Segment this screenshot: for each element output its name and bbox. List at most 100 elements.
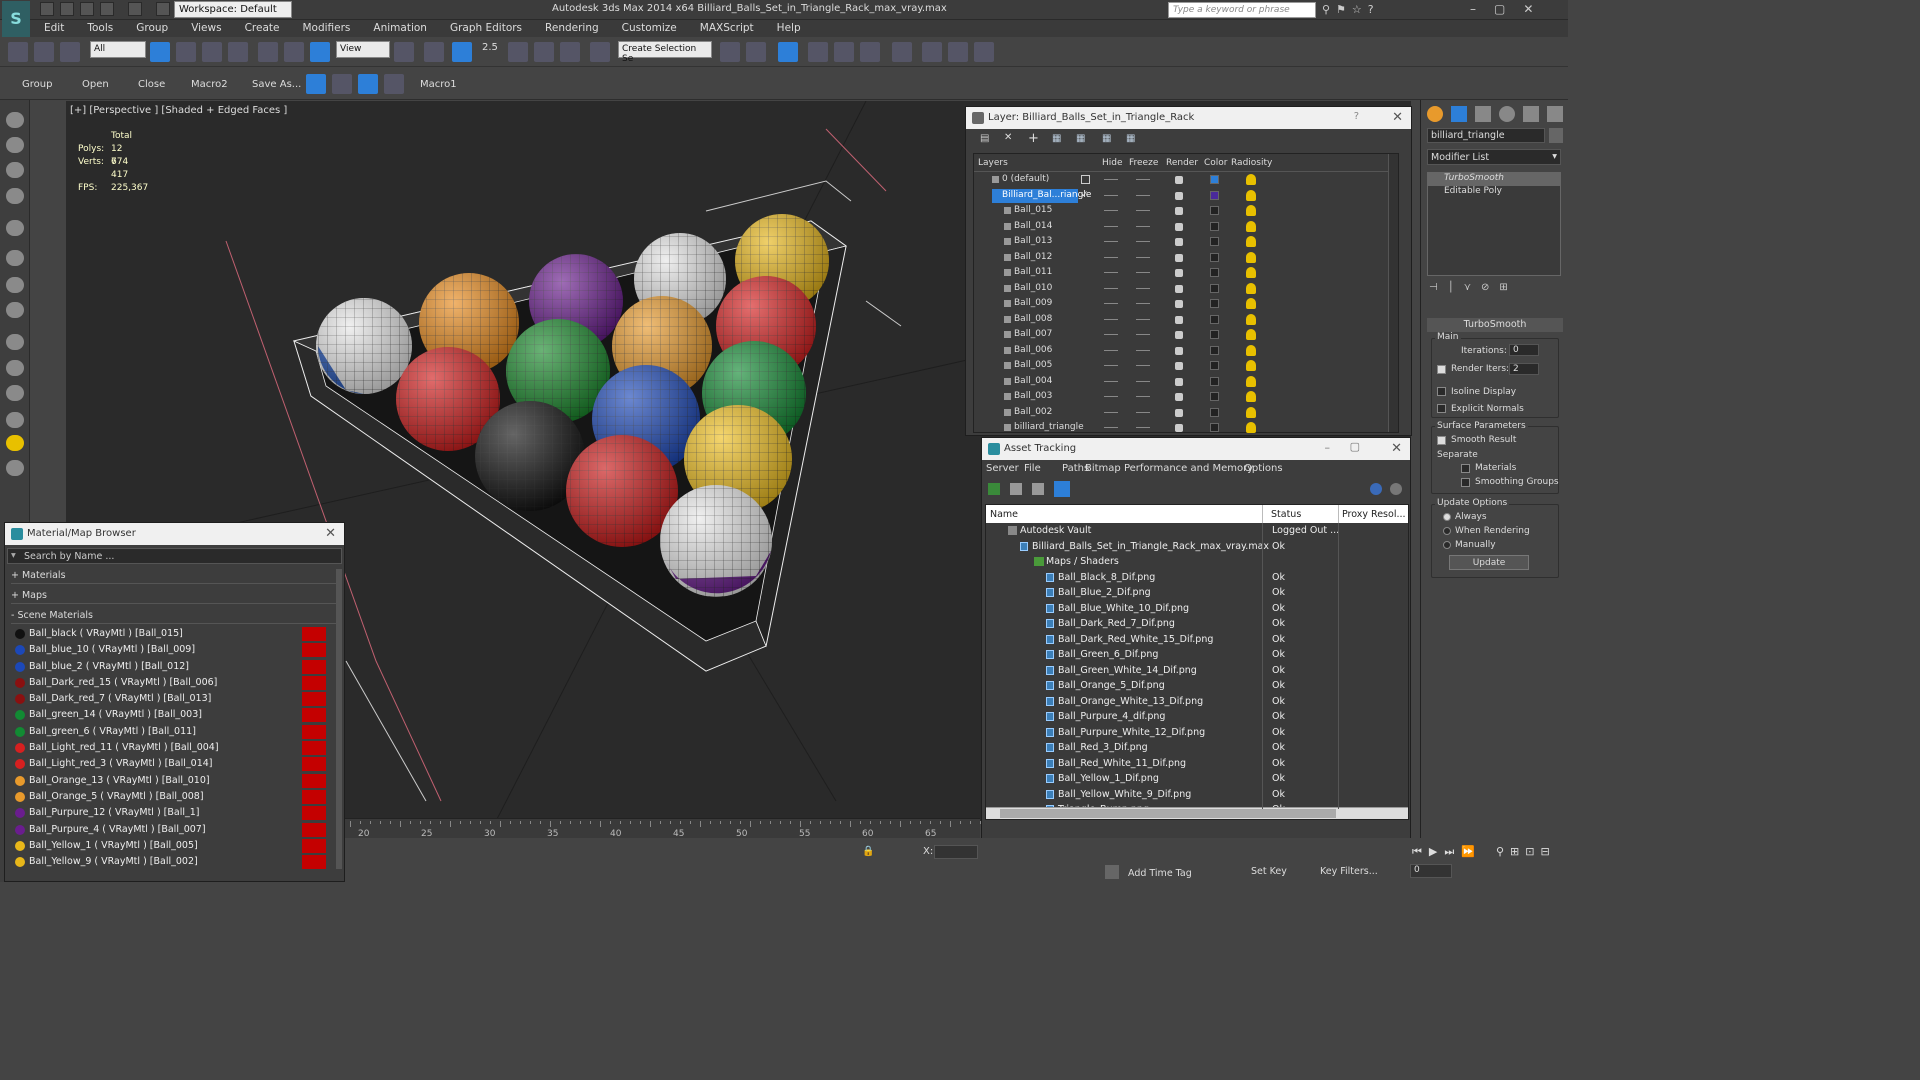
select-link-icon[interactable]: [8, 42, 28, 62]
reference-coord-dropdown[interactable]: View: [336, 41, 390, 58]
layer-row-active[interactable]: Billiard_Bal...riangle ✓: [974, 187, 1398, 203]
asset-map-row[interactable]: Ball_Blue_2_Dif.png Ok: [986, 585, 1408, 601]
selection-filter-dropdown[interactable]: All: [90, 41, 146, 58]
col-freeze[interactable]: Freeze: [1129, 158, 1158, 168]
x-coord-field[interactable]: [934, 845, 978, 859]
material-list-item[interactable]: Ball_green_6 ( VRayMtl ) [Ball_011]: [11, 724, 334, 740]
playback-controls[interactable]: ⏮▶⏭⏩: [1412, 845, 1482, 859]
current-layer-checkbox[interactable]: [1081, 175, 1090, 184]
close-icon[interactable]: ✕: [325, 526, 336, 541]
explicit-normals-checkbox[interactable]: [1437, 404, 1446, 413]
asset-menu-bitmap-performance-and-memory[interactable]: Bitmap Performance and Memory: [1085, 463, 1253, 474]
select-in-layer-icon[interactable]: ▦: [1052, 133, 1061, 144]
rotate-icon[interactable]: [284, 42, 304, 62]
material-list-item[interactable]: Ball_Dark_red_7 ( VRayMtl ) [Ball_013]: [11, 691, 334, 707]
spinner-snap-icon[interactable]: [560, 42, 580, 62]
graphite-ribbon-icon[interactable]: [808, 42, 828, 62]
schematic-view-icon[interactable]: [860, 42, 880, 62]
radiosity-icon[interactable]: [1246, 220, 1256, 232]
radiosity-icon[interactable]: [1246, 313, 1256, 325]
camera-icon[interactable]: [6, 250, 24, 266]
layer-color-swatch[interactable]: [1210, 407, 1219, 417]
freeze-toggle[interactable]: [1136, 241, 1150, 242]
material-list-item[interactable]: Ball_Yellow_9 ( VRayMtl ) [Ball_002]: [11, 854, 334, 870]
rendered-frame-icon[interactable]: [948, 42, 968, 62]
update-button[interactable]: Update: [1449, 555, 1529, 570]
material-list-item[interactable]: Ball_Yellow_1 ( VRayMtl ) [Ball_005]: [11, 838, 334, 854]
hide-toggle[interactable]: [1104, 334, 1118, 335]
layer-color-swatch[interactable]: [1210, 314, 1219, 324]
list-view-icon[interactable]: [1010, 483, 1022, 495]
layer-color-swatch[interactable]: [1210, 221, 1219, 231]
layer-object-row[interactable]: billiard_triangle: [974, 420, 1398, 436]
asset-map-row[interactable]: Ball_Dark_Red_7_Dif.png Ok: [986, 616, 1408, 632]
asset-hscrollbar[interactable]: [986, 807, 1408, 819]
torus-icon[interactable]: [6, 385, 24, 401]
search-dropdown-icon[interactable]: ▾: [11, 550, 16, 561]
layer-object-row[interactable]: Ball_008: [974, 312, 1398, 328]
select-manipulate-icon[interactable]: [424, 42, 444, 62]
list-tool-icon[interactable]: [332, 74, 352, 94]
when-rendering-radio[interactable]: [1443, 527, 1451, 535]
bind-space-warp-icon[interactable]: [60, 42, 80, 62]
menu-create[interactable]: Create: [231, 20, 289, 34]
layer-object-row[interactable]: Ball_002: [974, 405, 1398, 421]
render-toggle[interactable]: [1175, 222, 1183, 231]
angle-snap-icon[interactable]: [508, 42, 528, 62]
select-object-icon[interactable]: [150, 42, 170, 62]
freeze-toggle[interactable]: [1136, 334, 1150, 335]
col-status[interactable]: Status: [1271, 509, 1301, 520]
color-tool-icon[interactable]: [358, 74, 378, 94]
stack-item-editable-poly[interactable]: Editable Poly: [1428, 186, 1560, 199]
material-list-item[interactable]: Ball_blue_2 ( VRayMtl ) [Ball_012]: [11, 659, 334, 675]
lock-icon[interactable]: 🔒: [862, 846, 874, 857]
close-icon[interactable]: ✕: [1392, 110, 1403, 125]
radiosity-icon[interactable]: [1246, 298, 1256, 309]
material-list-item[interactable]: Ball_Purpure_12 ( VRayMtl ) [Ball_1]: [11, 805, 334, 821]
freeze-toggle[interactable]: [1136, 318, 1150, 320]
freeze-toggle[interactable]: [1136, 411, 1150, 413]
material-list-item[interactable]: Ball_Light_red_3 ( VRayMtl ) [Ball_014]: [11, 756, 334, 772]
asset-map-row[interactable]: Ball_Purpure_White_12_Dif.png Ok: [986, 725, 1408, 741]
edit-named-sets-icon[interactable]: [590, 42, 610, 62]
render-toggle[interactable]: [1175, 408, 1183, 417]
workspace-dropdown[interactable]: Workspace: Default: [174, 1, 292, 18]
col-name[interactable]: Name: [990, 509, 1018, 520]
col-radiosity[interactable]: Radiosity: [1231, 158, 1272, 168]
key-filters-button[interactable]: Key Filters...: [1320, 866, 1378, 877]
menu-modifiers[interactable]: Modifiers: [288, 20, 359, 34]
project-folder-icon[interactable]: [156, 2, 170, 16]
mirror-icon[interactable]: [720, 42, 740, 62]
menu-help[interactable]: Help: [763, 20, 810, 34]
render-icon[interactable]: [6, 137, 24, 153]
freeze-toggle[interactable]: [1136, 256, 1150, 258]
layer-object-row[interactable]: Ball_003: [974, 389, 1398, 405]
radiosity-icon[interactable]: [1246, 282, 1256, 294]
current-frame-field[interactable]: 0: [1410, 864, 1452, 878]
menu-maxscript[interactable]: MAXScript: [686, 20, 763, 34]
asset-map-row[interactable]: Ball_Black_8_Dif.png Ok: [986, 570, 1408, 586]
window-crossing-icon[interactable]: [228, 42, 248, 62]
hide-toggle[interactable]: [1104, 241, 1118, 242]
radiosity-icon[interactable]: [1246, 344, 1256, 356]
render-toggle[interactable]: [1175, 269, 1183, 277]
move-icon[interactable]: [258, 42, 278, 62]
material-editor-icon[interactable]: [892, 42, 912, 62]
menu-graph-editors[interactable]: Graph Editors: [436, 20, 531, 34]
close-icon[interactable]: ✕: [1391, 441, 1402, 456]
freeze-toggle[interactable]: [1136, 225, 1150, 227]
layer-scrollbar[interactable]: [1388, 154, 1398, 432]
timeline-ruler[interactable]: 20 25 30 35 40 45 50 55 60 65: [344, 818, 981, 839]
render-toggle[interactable]: [1175, 284, 1183, 293]
scale-icon[interactable]: [310, 42, 330, 62]
material-list-item[interactable]: Ball_Orange_5 ( VRayMtl ) [Ball_008]: [11, 789, 334, 805]
asset-row-file[interactable]: Billiard_Balls_Set_in_Triangle_Rack_max_…: [986, 539, 1408, 555]
materials-checkbox[interactable]: [1461, 464, 1470, 473]
col-proxy-resolution[interactable]: Proxy Resol...: [1342, 509, 1406, 520]
layer-row-default[interactable]: 0 (default): [974, 172, 1398, 188]
maximize-icon[interactable]: ▢: [1350, 440, 1360, 453]
hide-toggle[interactable]: [1104, 318, 1118, 320]
curve-editor-icon[interactable]: [834, 42, 854, 62]
select-by-name-icon[interactable]: [176, 42, 196, 62]
refresh-icon[interactable]: [988, 483, 1000, 495]
